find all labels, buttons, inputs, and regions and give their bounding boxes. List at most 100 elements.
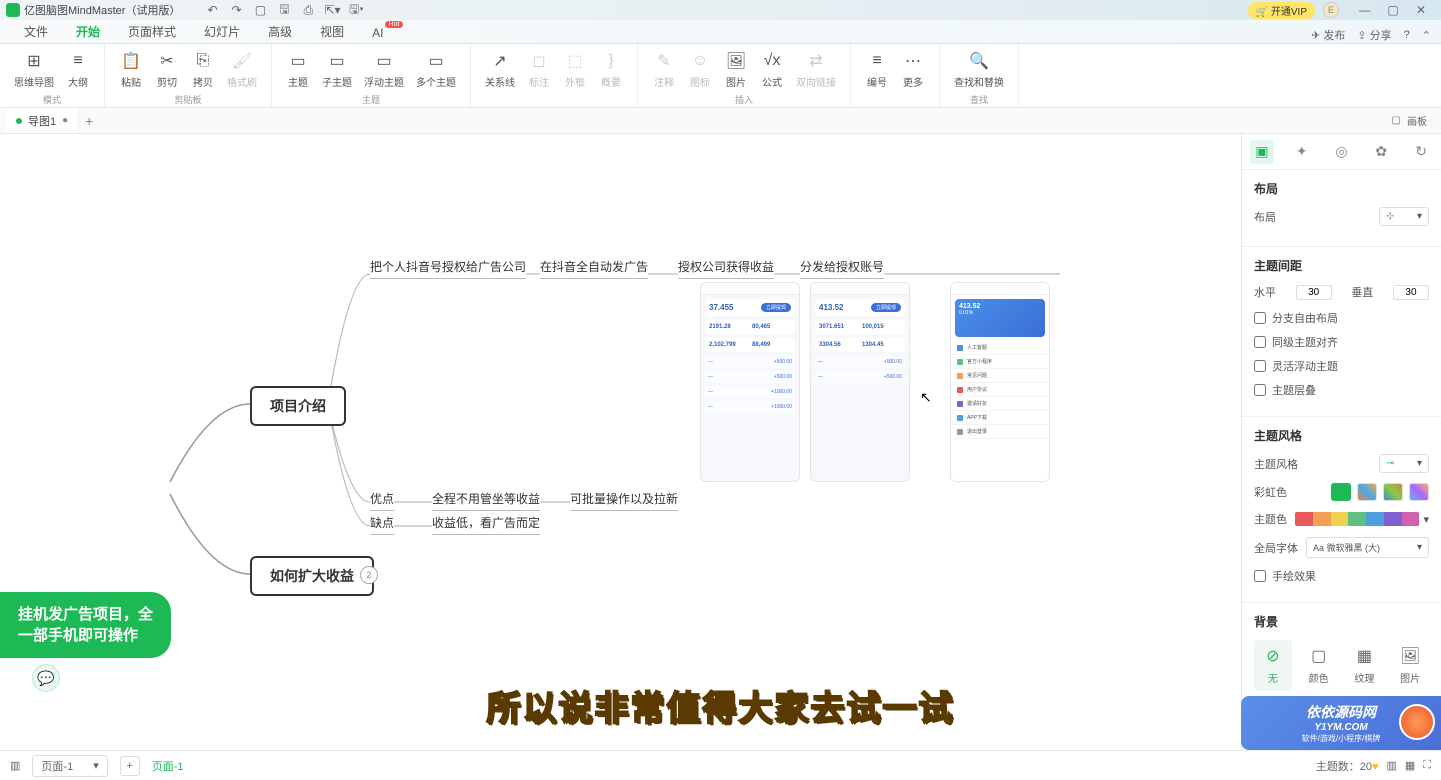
doc-tab-label: 导图1 — [28, 113, 56, 129]
doc-tab[interactable]: 导图1 ● — [6, 108, 79, 133]
multi-topic[interactable]: ▭多个主题 — [410, 48, 462, 91]
view-mode-1[interactable]: ▥ — [1386, 759, 1396, 772]
page-selector[interactable]: 页面-1▾ — [32, 755, 107, 777]
export-icon[interactable]: ⇱▾ — [324, 2, 340, 18]
boundary[interactable]: ⬚外框 — [557, 48, 593, 103]
panel-tab-history[interactable]: ↻ — [1409, 140, 1433, 164]
panel-tab-tag[interactable]: ◎ — [1329, 140, 1353, 164]
branch-expand[interactable]: 如何扩大收益 — [250, 556, 374, 596]
comment[interactable]: ✎注释 — [646, 48, 682, 91]
check-hand-drawn[interactable] — [1254, 570, 1266, 582]
cut-icon: ✂ — [156, 50, 178, 72]
layout-select[interactable]: ⊹▾ — [1379, 207, 1429, 226]
publish-button[interactable]: ✈ 发布 — [1311, 27, 1345, 43]
menu-advanced[interactable]: 高级 — [254, 20, 306, 43]
bg-none[interactable]: ⊘无 — [1254, 640, 1292, 691]
paste[interactable]: 📋粘贴 — [113, 48, 149, 91]
relation[interactable]: ↗关系线 — [479, 48, 521, 103]
bilink[interactable]: ⇄双向链接 — [790, 48, 842, 91]
leaf-pros-1[interactable]: 全程不用管坐等收益 — [432, 488, 540, 509]
leaf-pros-2[interactable]: 可批量操作以及拉新 — [570, 488, 678, 509]
add-tab-button[interactable]: + — [85, 113, 93, 129]
chat-assistant-button[interactable]: 💬 — [32, 664, 60, 692]
image[interactable]: 🖼图片 — [718, 48, 754, 91]
view-mode-2[interactable]: ▦ — [1405, 759, 1415, 772]
panel-tab-layout[interactable]: ▣ — [1250, 140, 1274, 164]
mockup-stats-1[interactable]: 立即提现37.455 2191.2880,465 2,102,79988,499… — [700, 282, 800, 482]
leaf-auth[interactable]: 把个人抖音号授权给广告公司 — [370, 256, 526, 277]
collapse-ribbon-icon[interactable]: ⌃ — [1422, 29, 1431, 42]
outline-toggle[interactable]: ▥ — [10, 759, 20, 772]
font-select[interactable]: Aa 微软雅黑 (大)▾ — [1306, 537, 1429, 558]
check-stack[interactable] — [1254, 384, 1266, 396]
page-link[interactable]: 页面-1 — [152, 758, 184, 774]
callout[interactable]: ◻标注 — [521, 48, 557, 103]
canvas-toggle-icon[interactable]: ▢ — [1392, 115, 1401, 126]
fullscreen-icon[interactable]: ⛶ — [1423, 759, 1431, 772]
redo-icon[interactable]: ↷ — [228, 2, 244, 18]
canvas-area[interactable]: 挂机发广告项目，全 一部手机即可操作 项目介绍 如何扩大收益 2 把个人抖音号授… — [0, 134, 1241, 750]
panel-tab-icon[interactable]: ✿ — [1369, 140, 1393, 164]
theme-style-select[interactable]: ⊸▾ — [1379, 454, 1429, 473]
outline-mode[interactable]: ≡大纲 — [60, 48, 96, 91]
more[interactable]: ⋯更多 — [895, 48, 931, 103]
summary[interactable]: }概要 — [593, 48, 629, 103]
menu-view[interactable]: 视图 — [306, 20, 358, 43]
help-icon[interactable]: ? — [1404, 29, 1410, 41]
cut[interactable]: ✂剪切 — [149, 48, 185, 91]
share-button[interactable]: ⇪ 分享 — [1357, 27, 1391, 43]
check-flex-float[interactable] — [1254, 360, 1266, 372]
print-icon[interactable]: ⎙ — [300, 2, 316, 18]
bg-image[interactable]: 🖼图片 — [1391, 640, 1429, 691]
leaf-auto-ad[interactable]: 在抖音全自动发广告 — [540, 256, 648, 277]
doc-tab-close[interactable]: ● — [62, 115, 68, 126]
undo-icon[interactable]: ↶ — [204, 2, 220, 18]
leaf-revenue[interactable]: 授权公司获得收益 — [678, 256, 774, 277]
user-avatar[interactable]: E — [1323, 2, 1339, 18]
menu-ai[interactable]: AIHot — [358, 23, 397, 43]
formula[interactable]: √x公式 — [754, 48, 790, 91]
mockup-stats-2[interactable]: 立即提现413.52 3071.651100,015 3304.561304.4… — [810, 282, 910, 482]
add-page-button[interactable]: + — [120, 756, 140, 776]
leaf-cons-label[interactable]: 缺点 — [370, 512, 394, 533]
bg-color[interactable]: ▢颜色 — [1300, 640, 1338, 691]
h-spacing-input[interactable] — [1296, 285, 1332, 300]
close-button[interactable]: ✕ — [1407, 3, 1435, 17]
format-painter[interactable]: 🖌格式刷 — [221, 48, 263, 91]
find-replace[interactable]: 🔍查找和替换 — [948, 48, 1010, 91]
leaf-pros-label[interactable]: 优点 — [370, 488, 394, 509]
leaf-cons-1[interactable]: 收益低，看广告而定 — [432, 512, 540, 533]
floating-topic[interactable]: ▭浮动主题 — [358, 48, 410, 91]
mockup-menu[interactable]: 413.520.01% 人工客服官方小程序常见问题用户协议邀请好友APP下载退出… — [950, 282, 1050, 482]
menu-page-style[interactable]: 页面样式 — [114, 20, 190, 43]
icon-insert[interactable]: ☺图标 — [682, 48, 718, 91]
rainbow-sw-2[interactable] — [1357, 483, 1377, 501]
topic[interactable]: ▭主题 — [280, 48, 316, 91]
menu-start[interactable]: 开始 — [62, 20, 114, 43]
check-align-siblings[interactable] — [1254, 336, 1266, 348]
rainbow-sw-3[interactable] — [1383, 483, 1403, 501]
numbering[interactable]: ≡编号 — [859, 48, 895, 103]
branch-intro[interactable]: 项目介绍 — [250, 386, 346, 426]
minimize-button[interactable]: — — [1351, 3, 1379, 17]
bg-texture[interactable]: ▦纹理 — [1346, 640, 1384, 691]
theme-color-dropdown[interactable]: ▾ — [1423, 513, 1429, 526]
maximize-button[interactable]: ▢ — [1379, 3, 1407, 17]
rainbow-sw-1[interactable] — [1331, 483, 1351, 501]
mindmap-mode[interactable]: ⊞思维导图 — [8, 48, 60, 91]
save-icon[interactable]: 🖫 — [276, 2, 292, 18]
check-free-layout[interactable] — [1254, 312, 1266, 324]
panel-tab-style[interactable]: ✦ — [1290, 140, 1314, 164]
vip-button[interactable]: 🛒 开通VIP — [1248, 2, 1315, 19]
subtopic[interactable]: ▭子主题 — [316, 48, 358, 91]
copy[interactable]: ⎘拷贝 — [185, 48, 221, 91]
rainbow-sw-4[interactable] — [1409, 483, 1429, 501]
save-as-icon[interactable]: 🖫▾ — [348, 2, 364, 18]
theme-color-strip[interactable] — [1295, 512, 1419, 526]
menu-slideshow[interactable]: 幻灯片 — [190, 20, 254, 43]
root-topic[interactable]: 挂机发广告项目，全 一部手机即可操作 — [0, 592, 171, 658]
menu-file[interactable]: 文件 — [10, 20, 62, 43]
leaf-distribute[interactable]: 分发给授权账号 — [800, 256, 884, 277]
v-spacing-input[interactable] — [1393, 285, 1429, 300]
open-icon[interactable]: ▢ — [252, 2, 268, 18]
